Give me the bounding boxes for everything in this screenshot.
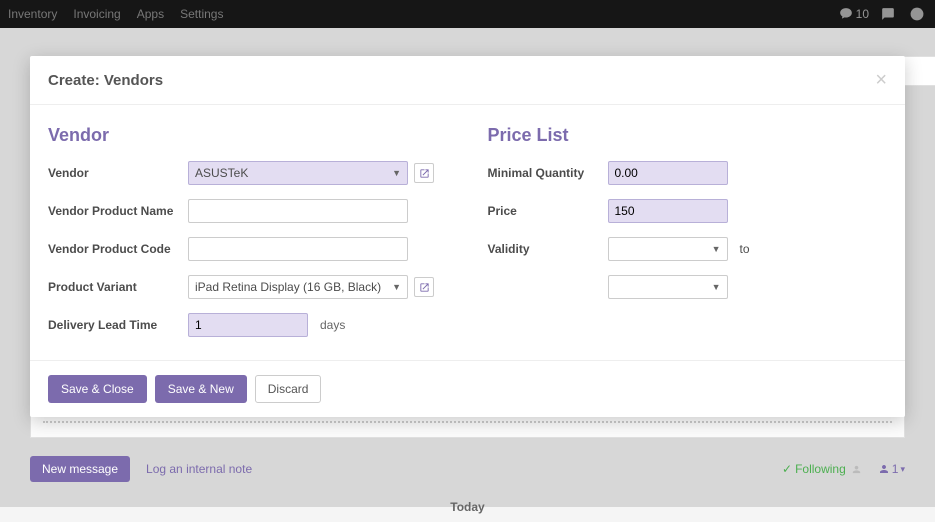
- external-link-icon: [419, 168, 430, 179]
- nav-inventory[interactable]: Inventory: [8, 7, 57, 21]
- conversations-icon[interactable]: [881, 7, 898, 21]
- nav-apps[interactable]: Apps: [137, 7, 164, 21]
- modal-title: Create: Vendors: [48, 72, 163, 89]
- vendor-label: Vendor: [48, 166, 188, 180]
- check-icon: ✓: [782, 462, 792, 476]
- vendor-select[interactable]: ASUSTeK ▼: [188, 161, 408, 185]
- save-new-button[interactable]: Save & New: [155, 375, 247, 403]
- validity-from-select[interactable]: ▼: [608, 237, 728, 261]
- chevron-down-icon: ▼: [712, 282, 721, 292]
- product-variant-label: Product Variant: [48, 280, 188, 294]
- top-navbar: Inventory Invoicing Apps Settings 10: [0, 0, 935, 28]
- chat-bubble-icon: [839, 7, 853, 21]
- vendor-product-name-input[interactable]: [188, 199, 408, 223]
- validity-to-select[interactable]: ▼: [608, 275, 728, 299]
- delivery-lead-time-label: Delivery Lead Time: [48, 318, 188, 332]
- create-vendor-modal: Create: Vendors × Vendor Vendor ASUSTeK …: [30, 56, 905, 417]
- vendor-column: Vendor Vendor ASUSTeK ▼ Vendor Pro: [48, 125, 448, 350]
- modal-header: Create: Vendors ×: [30, 56, 905, 105]
- vendor-external-link[interactable]: [414, 163, 434, 183]
- following-indicator[interactable]: ✓ Following: [782, 462, 862, 476]
- validity-label: Validity: [488, 242, 608, 256]
- vendor-section-title: Vendor: [48, 125, 448, 146]
- vendor-select-value: ASUSTeK: [195, 166, 248, 180]
- modal-footer: Save & Close Save & New Discard: [30, 360, 905, 417]
- price-input[interactable]: [608, 199, 728, 223]
- user-avatar[interactable]: [910, 7, 927, 21]
- product-variant-select[interactable]: iPad Retina Display (16 GB, Black) ▼: [188, 275, 408, 299]
- close-icon[interactable]: ×: [875, 70, 887, 90]
- discard-button[interactable]: Discard: [255, 375, 322, 403]
- product-variant-external-link[interactable]: [414, 277, 434, 297]
- save-close-button[interactable]: Save & Close: [48, 375, 147, 403]
- nav-settings[interactable]: Settings: [180, 7, 223, 21]
- chevron-down-icon: ▼: [392, 282, 401, 292]
- follower-count[interactable]: 1 ▾: [878, 462, 905, 476]
- new-message-button[interactable]: New message: [30, 456, 130, 482]
- today-separator: Today: [30, 492, 905, 522]
- delivery-suffix: days: [320, 318, 345, 332]
- price-label: Price: [488, 204, 608, 218]
- messages-count: 10: [856, 7, 869, 21]
- chevron-down-icon: ▼: [392, 168, 401, 178]
- vendor-product-name-label: Vendor Product Name: [48, 204, 188, 218]
- price-list-section-title: Price List: [488, 125, 888, 146]
- price-list-column: Price List Minimal Quantity Price Validi…: [488, 125, 888, 350]
- minimal-quantity-input[interactable]: [608, 161, 728, 185]
- nav-invoicing[interactable]: Invoicing: [73, 7, 120, 21]
- messages-indicator[interactable]: 10: [839, 7, 869, 21]
- delivery-lead-time-input[interactable]: [188, 313, 308, 337]
- chevron-down-icon: ▾: [900, 464, 905, 475]
- external-link-icon: [419, 282, 430, 293]
- minimal-quantity-label: Minimal Quantity: [488, 166, 608, 180]
- product-variant-value: iPad Retina Display (16 GB, Black): [195, 280, 381, 294]
- log-internal-note-link[interactable]: Log an internal note: [146, 462, 252, 476]
- vendor-product-code-input[interactable]: [188, 237, 408, 261]
- person-icon: [878, 463, 890, 475]
- chevron-down-icon: ▼: [712, 244, 721, 254]
- user-silhouette-icon: [851, 464, 862, 475]
- vendor-product-code-label: Vendor Product Code: [48, 242, 188, 256]
- validity-to-label: to: [740, 242, 750, 256]
